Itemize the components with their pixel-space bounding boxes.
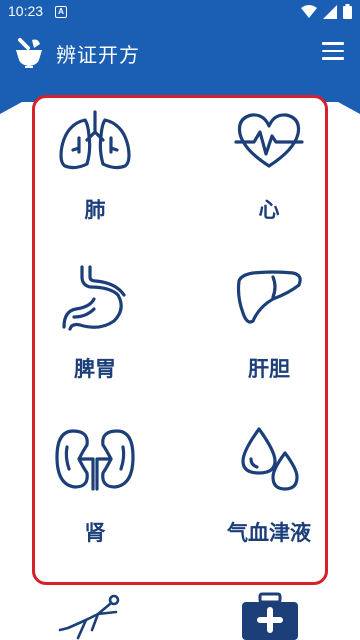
hamburger-menu-icon[interactable] bbox=[322, 42, 344, 60]
wifi-icon bbox=[301, 4, 317, 18]
grid-item-kidney[interactable]: 肾 bbox=[21, 423, 169, 573]
drops-icon bbox=[241, 427, 299, 491]
grid-item-label: 脾胃 bbox=[74, 357, 116, 381]
lungs-icon bbox=[59, 110, 131, 170]
organ-grid-panel: 肺 心 脾胃 肝胆 肾 气血津液 bbox=[32, 95, 328, 585]
status-time: 10:23 bbox=[8, 3, 44, 19]
liver-icon bbox=[236, 270, 302, 324]
stomach-icon bbox=[62, 265, 126, 331]
app-title: 辨证开方 bbox=[56, 43, 140, 67]
grid-item-label: 肺 bbox=[84, 198, 106, 222]
grid-item-spleen-stomach[interactable]: 脾胃 bbox=[21, 263, 169, 413]
grid-item-label: 气血津液 bbox=[227, 521, 311, 545]
grid-item-lung[interactable]: 肺 bbox=[21, 106, 169, 256]
grid-item-qi-blood-fluids[interactable]: 气血津液 bbox=[195, 423, 343, 573]
grid-item-label: 心 bbox=[258, 198, 280, 222]
status-bar: 10:23 A bbox=[0, 0, 360, 24]
battery-icon bbox=[343, 4, 352, 19]
grid-item-heart[interactable]: 心 bbox=[195, 106, 343, 256]
bottom-row bbox=[0, 590, 360, 640]
system-icons bbox=[301, 4, 352, 19]
grid-item-liver-gallbladder[interactable]: 肝胆 bbox=[195, 263, 343, 413]
app-bar: 辨证开方 bbox=[0, 24, 360, 80]
grid-item-label: 肾 bbox=[84, 521, 106, 545]
mortar-logo-icon bbox=[16, 38, 42, 68]
kidneys-icon bbox=[55, 429, 135, 491]
notification-icon: A bbox=[55, 6, 67, 18]
grid-item-label: 肝胆 bbox=[248, 357, 290, 381]
signal-icon bbox=[323, 4, 337, 19]
first-aid-kit-icon[interactable] bbox=[240, 592, 300, 640]
human-body-icon[interactable] bbox=[58, 594, 124, 640]
heart-pulse-icon bbox=[234, 113, 304, 168]
